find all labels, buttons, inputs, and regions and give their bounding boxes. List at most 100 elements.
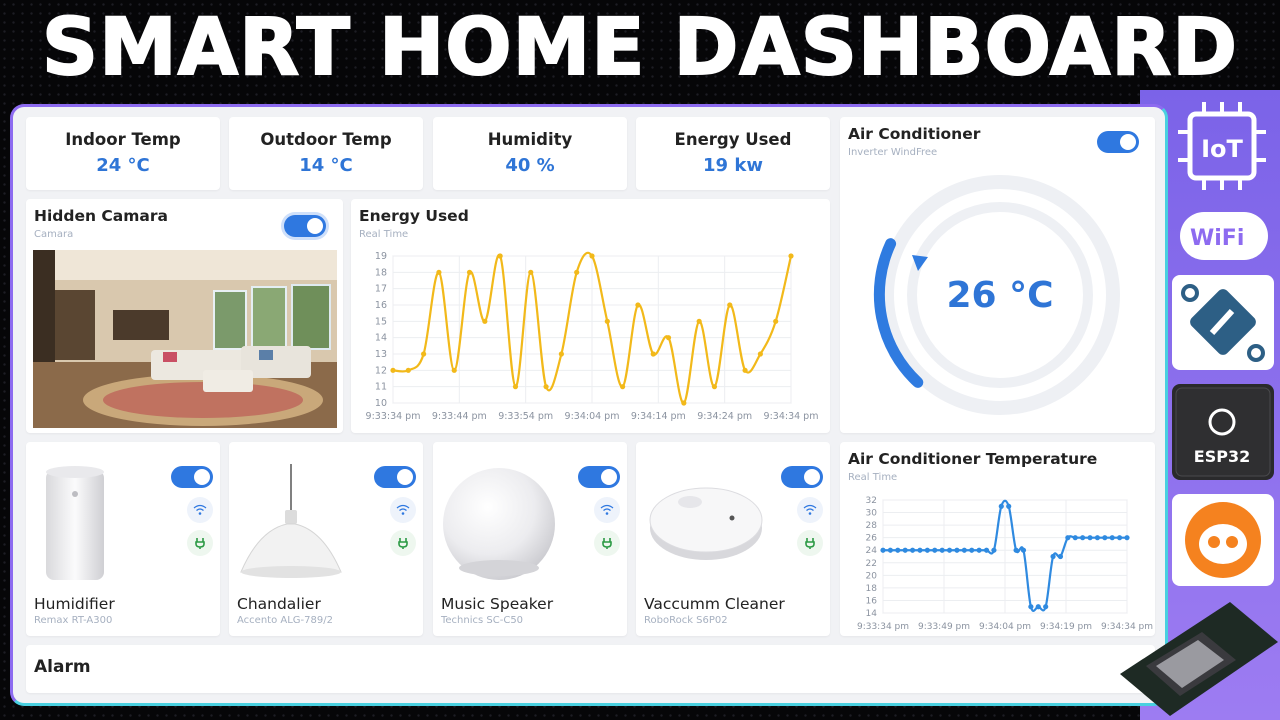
data-point [482, 318, 488, 324]
air-conditioner-card: Air Conditioner Inverter WindFree 26 °C [840, 117, 1155, 433]
y-tick-label: 10 [375, 398, 387, 409]
y-tick-label: 19 [375, 251, 387, 262]
data-point [969, 547, 975, 553]
data-point [1080, 535, 1086, 541]
wifi-icon [594, 497, 620, 523]
platformio-alien-icon [1185, 502, 1261, 578]
svg-text:WiFi: WiFi [1190, 226, 1244, 251]
data-point [620, 384, 626, 390]
data-point [1094, 535, 1101, 541]
camera-card: Hidden Camara Camara [26, 199, 343, 433]
data-point [788, 253, 794, 259]
power-plug-icon [594, 530, 620, 556]
data-point [1043, 604, 1049, 610]
data-point [558, 351, 564, 357]
x-tick-label: 9:33:54 pm [498, 411, 553, 422]
data-point [983, 547, 990, 553]
device-card-vaccumm-cleaner: Vaccumm Cleaner RoboRock S6P02 [636, 442, 830, 636]
device-card-chandalier: Chandalier Accento ALG-789/2 [229, 442, 423, 636]
y-tick-label: 18 [375, 267, 387, 278]
data-point [665, 335, 672, 341]
wifi-icon [797, 497, 823, 523]
data-point [939, 547, 945, 553]
stat-card-outdoor-temp: Outdoor Temp 14 °C [229, 117, 423, 190]
device-name: Vaccumm Cleaner [644, 595, 785, 613]
data-point [696, 318, 702, 324]
wifi-logo-icon: WiFi [1190, 226, 1244, 251]
data-point [1013, 547, 1019, 553]
data-point [1035, 604, 1041, 610]
x-tick-label: 9:33:44 pm [432, 411, 487, 422]
stat-value: 19 kw [703, 155, 763, 176]
stat-value: 14 °C [299, 155, 353, 176]
music-speaker-image [443, 468, 555, 580]
camera-toggle[interactable] [284, 215, 326, 237]
data-point [1006, 503, 1012, 509]
data-point [405, 367, 411, 373]
data-point [902, 547, 908, 553]
esp32-chip-icon: ESP32 [1175, 387, 1271, 477]
data-point [1117, 535, 1123, 541]
device-model: RoboRock S6P02 [644, 615, 728, 626]
device-model: Remax RT-A300 [34, 615, 113, 626]
data-point [895, 547, 901, 553]
data-point [574, 269, 580, 275]
data-point [528, 269, 534, 275]
ac-temperature-line-chart: 14 16 18 20 22 24 26 28 30 32 9:33:34 pm 9:33:49 pm… [857, 496, 1153, 632]
data-point [909, 547, 916, 553]
humidifier-toggle[interactable] [171, 466, 213, 488]
camera-feed-image [33, 250, 337, 428]
alarm-card: Alarm [26, 645, 1155, 693]
data-point [1050, 553, 1056, 560]
iot-chip-logo: IoT [1172, 98, 1274, 198]
data-point [887, 547, 893, 553]
y-tick-label: 32 [866, 496, 877, 506]
stat-value: 24 °C [96, 155, 150, 176]
stat-label: Indoor Temp [65, 130, 181, 149]
x-tick-label: 9:34:19 pm [1040, 622, 1092, 632]
data-point [954, 547, 960, 553]
device-card-music-speaker: Music Speaker Technics SC-C50 [433, 442, 627, 636]
svg-text:IoT: IoT [1201, 135, 1243, 163]
data-point [1028, 604, 1034, 610]
data-point [604, 318, 610, 324]
music-speaker-toggle[interactable] [578, 466, 620, 488]
y-tick-label: 24 [866, 546, 878, 556]
y-tick-label: 15 [375, 316, 387, 327]
data-point [1124, 535, 1130, 541]
vaccumm-cleaner-toggle[interactable] [781, 466, 823, 488]
x-tick-label: 9:33:49 pm [918, 622, 970, 632]
stat-label: Energy Used [674, 130, 792, 149]
y-tick-label: 17 [375, 284, 387, 295]
y-tick-label: 26 [866, 534, 878, 544]
banner: SMART HOME DASHBOARD [0, 0, 1280, 96]
power-plug-icon [390, 530, 416, 556]
ac-temperature-chart-card: Air Conditioner Temperature Real Time 14… [840, 442, 1155, 636]
y-tick-label: 16 [866, 596, 878, 606]
y-tick-label: 22 [866, 559, 877, 569]
data-point [757, 351, 763, 357]
energy-line-chart: 10 11 12 13 14 15 16 17 18 19 9:33:34 pm 9:33:44 pm… [366, 251, 819, 422]
vaccumm-cleaner-image [649, 487, 763, 560]
x-tick-label: 9:34:34 pm [764, 411, 819, 422]
data-point [961, 547, 967, 553]
y-tick-label: 11 [375, 382, 387, 393]
stat-card-energy-used: Energy Used 19 kw [636, 117, 830, 190]
y-tick-label: 20 [866, 571, 878, 581]
chandalier-toggle[interactable] [374, 466, 416, 488]
platform-bug-logo [1172, 275, 1274, 370]
banner-title: SMART HOME DASHBOARD [41, 3, 1239, 93]
alarm-title: Alarm [34, 657, 91, 677]
data-point [635, 302, 641, 308]
data-point [1072, 535, 1078, 541]
esp-board-image [1120, 602, 1278, 716]
y-tick-label: 30 [866, 509, 878, 519]
data-point [589, 253, 595, 259]
data-point [773, 318, 779, 324]
data-point [451, 367, 457, 373]
power-plug-icon [187, 530, 213, 556]
data-point [742, 367, 748, 373]
y-tick-label: 14 [375, 333, 387, 344]
svg-text:ESP32: ESP32 [1194, 447, 1250, 466]
device-model: Accento ALG-789/2 [237, 615, 333, 626]
